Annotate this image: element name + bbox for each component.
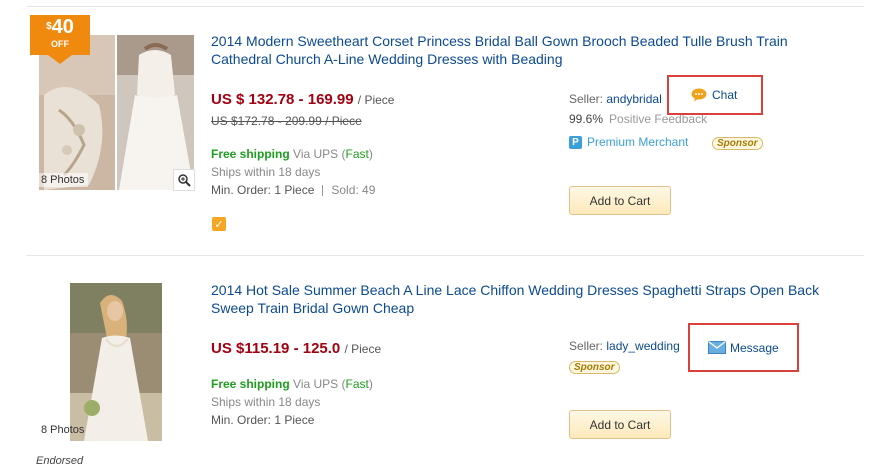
product-title-link[interactable]: 2014 Modern Sweetheart Corset Princess B…: [211, 32, 831, 68]
original-price: US $172.78 - 209.99 / Piece: [211, 114, 362, 128]
endorsed-label: Endorsed: [36, 455, 84, 467]
free-shipping-label: Free shipping: [211, 147, 290, 161]
ships-within: Ships within 18 days: [211, 395, 321, 409]
p-badge-icon: P: [569, 135, 582, 149]
seller-name-link[interactable]: lady_wedding: [606, 339, 679, 353]
listing-divider: [26, 255, 864, 256]
shipping-info: Free shipping Via UPS (Fast): [211, 147, 373, 161]
product-photo[interactable]: [70, 283, 162, 441]
shipping-method: Via UPS (: [293, 377, 346, 391]
seller-name-link[interactable]: andybridal: [606, 92, 661, 106]
price-unit: / Piece: [357, 93, 395, 107]
shipping-method: Via UPS (: [293, 147, 346, 161]
price-range: US $ 132.78 - 169.99 / Piece: [211, 91, 394, 108]
order-info: Min. Order: 1 Piece Sold: 49: [211, 183, 375, 197]
photos-count: 8 Photos: [41, 424, 85, 436]
seller-label: Seller:: [569, 339, 604, 353]
add-to-cart-button[interactable]: Add to Cart: [569, 410, 671, 439]
sponsor-badge: Sponsor: [712, 137, 763, 150]
shipping-speed: Fast: [345, 147, 369, 161]
add-to-cart-button[interactable]: Add to Cart: [569, 186, 671, 215]
price-value: US $115.19 - 125.0: [211, 340, 341, 357]
shipping-speed: Fast: [345, 377, 369, 391]
premium-merchant-link[interactable]: P Premium Merchant: [569, 135, 688, 149]
feedback-percent: 99.6%: [569, 112, 604, 126]
shipping-close-paren: ): [368, 147, 373, 161]
message-button[interactable]: Message: [688, 323, 799, 372]
discount-off-label: OFF: [51, 39, 69, 49]
sold-count: Sold: 49: [331, 183, 376, 197]
magnifier-icon: [178, 174, 191, 187]
price-range: US $115.19 - 125.0 / Piece: [211, 340, 381, 357]
photos-count: 8 Photos: [37, 173, 89, 187]
seller-info: Seller: andybridal: [569, 92, 662, 106]
free-shipping-label: Free shipping: [211, 377, 290, 391]
product-title-link[interactable]: 2014 Hot Sale Summer Beach A Line Lace C…: [211, 281, 841, 317]
seller-label: Seller:: [569, 92, 604, 106]
order-separator: [322, 185, 324, 197]
zoom-button[interactable]: [173, 169, 195, 191]
top-divider: [26, 6, 864, 7]
min-order: Min. Order: 1 Piece: [211, 183, 315, 197]
premium-merchant-label: Premium Merchant: [587, 135, 689, 149]
discount-badge: $40 OFF: [30, 15, 90, 64]
chat-label: Chat: [712, 88, 738, 102]
shipping-info: Free shipping Via UPS (Fast): [211, 377, 373, 391]
envelope-icon: [708, 341, 726, 354]
sponsor-badge: Sponsor: [569, 361, 620, 374]
discount-amount: 40: [51, 16, 74, 38]
ships-within: Ships within 18 days: [211, 165, 321, 179]
price-value: US $ 132.78 - 169.99: [211, 91, 354, 108]
seller-info: Seller: lady_wedding: [569, 339, 680, 353]
chat-bubble-icon: [691, 88, 707, 102]
shipping-close-paren: ): [368, 377, 373, 391]
min-order: Min. Order: 1 Piece: [211, 413, 315, 427]
chat-button[interactable]: Chat: [667, 75, 763, 115]
message-label: Message: [730, 340, 779, 355]
price-unit: / Piece: [344, 342, 382, 356]
checkmark-badge-icon: ✓: [212, 217, 226, 231]
